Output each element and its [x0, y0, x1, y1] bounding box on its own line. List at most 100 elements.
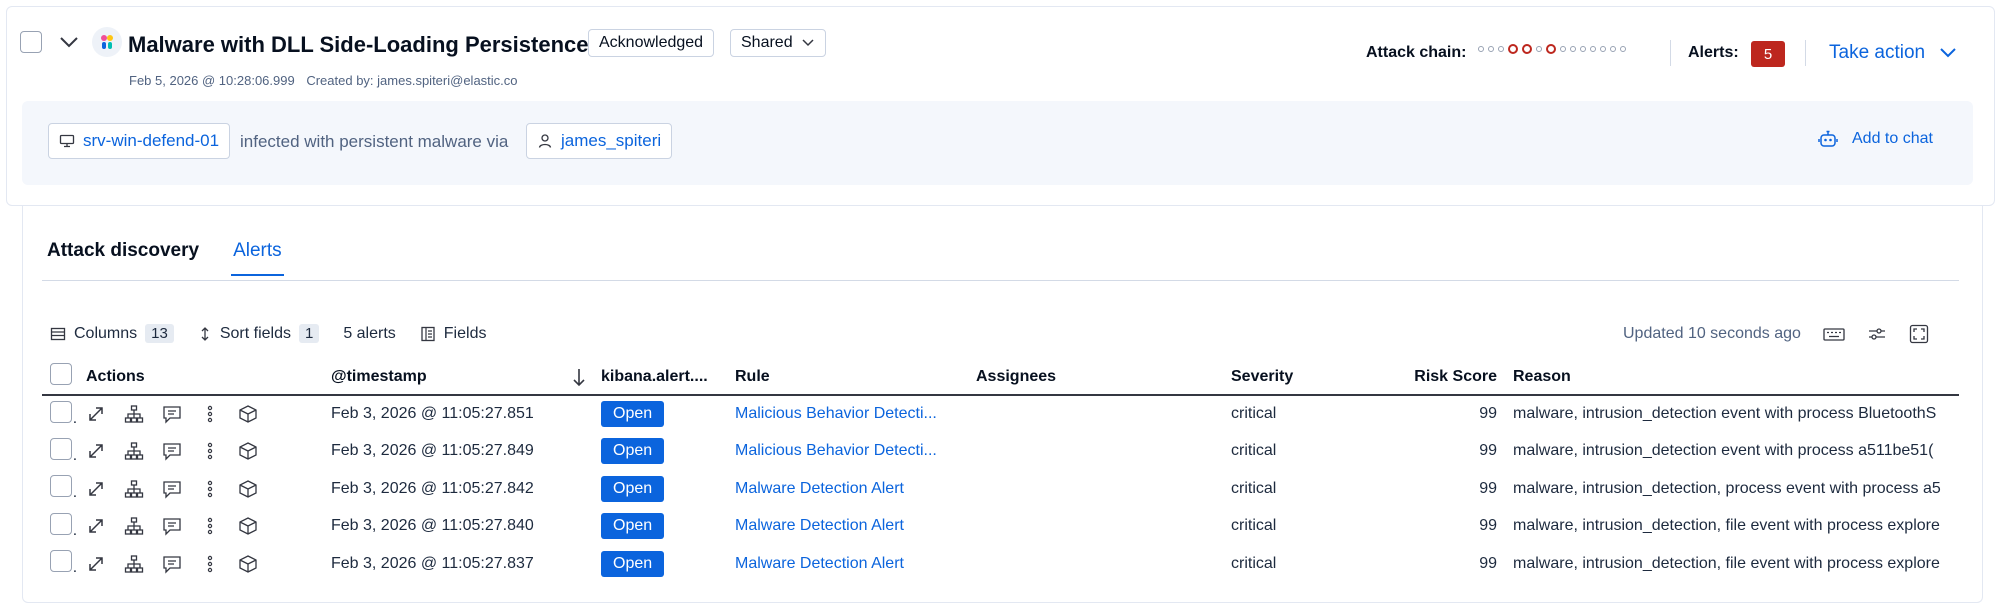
row-risk-score: 99 — [1479, 554, 1497, 572]
attack-chain-label: Attack chain: — [1366, 44, 1467, 61]
column-header-timestamp[interactable]: @timestamp — [323, 359, 593, 396]
row-checkbox[interactable] — [50, 475, 72, 498]
analyze-event-icon[interactable] — [124, 479, 144, 499]
select-discovery-checkbox[interactable] — [20, 31, 42, 53]
user-badge[interactable]: james_spiteri — [526, 123, 673, 159]
status-badge[interactable]: Open — [601, 438, 665, 465]
more-actions-icon[interactable] — [200, 441, 220, 461]
rule-link[interactable]: Malicious Behavior Detecti... — [735, 405, 937, 422]
row-risk-score: 99 — [1479, 405, 1497, 423]
chevron-down-icon — [802, 39, 814, 47]
session-view-icon[interactable] — [238, 479, 258, 499]
attack-chain-indicator[interactable] — [1478, 44, 1626, 54]
take-action-label: Take action — [1829, 42, 1926, 63]
add-note-icon[interactable] — [162, 554, 182, 574]
table-row: Feb 3, 2026 @ 11:05:27.837 Open Malware … — [42, 545, 1959, 583]
attack-chain-stage-dot — [1600, 46, 1606, 52]
status-badge[interactable]: Open — [601, 401, 665, 428]
fullscreen-icon[interactable] — [1909, 324, 1929, 344]
alerts-count-badge: 5 — [1751, 41, 1785, 67]
expand-icon[interactable] — [86, 441, 106, 461]
session-view-icon[interactable] — [238, 554, 258, 574]
add-note-icon[interactable] — [162, 441, 182, 461]
robot-icon — [1818, 130, 1838, 147]
session-view-icon[interactable] — [238, 516, 258, 536]
rule-link[interactable]: Malware Detection Alert — [735, 480, 904, 497]
row-severity: critical — [1231, 554, 1277, 572]
column-header-rule[interactable]: Rule — [727, 359, 968, 396]
attack-chain-stage-dot — [1560, 46, 1566, 52]
analyze-event-icon[interactable] — [124, 441, 144, 461]
row-risk-score: 99 — [1479, 442, 1497, 460]
row-actions-cell — [78, 508, 323, 546]
display-settings-icon[interactable] — [1867, 326, 1887, 342]
rule-link[interactable]: Malware Detection Alert — [735, 517, 904, 534]
expand-icon[interactable] — [86, 554, 106, 574]
tab-alerts[interactable]: Alerts — [231, 240, 284, 276]
status-badge[interactable]: Open — [601, 475, 665, 502]
created-by: Created by: james.spiteri@elastic.co — [306, 73, 518, 88]
divider — [1670, 40, 1671, 66]
row-assignees — [968, 508, 1223, 546]
host-badge[interactable]: srv-win-defend-01 — [48, 123, 231, 159]
expand-icon[interactable] — [86, 516, 106, 536]
row-assignees — [968, 395, 1223, 433]
row-checkbox[interactable] — [50, 437, 72, 460]
more-actions-icon[interactable] — [200, 479, 220, 499]
alerts-total: 5 alerts — [343, 325, 395, 343]
analyze-event-icon[interactable] — [124, 404, 144, 424]
analyze-event-icon[interactable] — [124, 554, 144, 574]
more-actions-icon[interactable] — [200, 516, 220, 536]
column-header-reason[interactable]: Reason — [1505, 359, 1959, 396]
session-view-icon[interactable] — [238, 441, 258, 461]
expand-icon[interactable] — [86, 479, 106, 499]
expand-icon[interactable] — [86, 404, 106, 424]
row-status-cell: Open — [593, 545, 727, 583]
add-to-chat-button[interactable]: Add to chat — [1818, 129, 1933, 149]
attack-chain-stage-dot — [1478, 46, 1484, 52]
more-actions-icon[interactable] — [200, 404, 220, 424]
fields-button[interactable]: Fields — [420, 325, 486, 343]
discovery-timestamp: Feb 5, 2026 @ 10:28:06.999 — [129, 73, 295, 88]
rule-link[interactable]: Malicious Behavior Detecti... — [735, 442, 937, 459]
visibility-dropdown[interactable]: Shared — [730, 29, 826, 57]
add-note-icon[interactable] — [162, 479, 182, 499]
user-name: james_spiteri — [561, 131, 662, 150]
row-select-cell — [42, 545, 78, 583]
columns-button[interactable]: Columns 13 — [50, 324, 174, 343]
column-header-status[interactable]: kibana.alert.... — [593, 359, 727, 396]
row-status-cell: Open — [593, 395, 727, 433]
row-actions-cell — [78, 433, 323, 471]
row-checkbox[interactable] — [50, 512, 72, 535]
sort-fields-button[interactable]: Sort fields 1 — [198, 324, 320, 343]
row-checkbox[interactable] — [50, 400, 72, 423]
more-actions-icon[interactable] — [200, 554, 220, 574]
divider — [1805, 40, 1806, 66]
alerts-total-label: 5 alerts — [343, 324, 396, 342]
column-header-risk-score[interactable]: Risk Score — [1385, 359, 1505, 396]
grid-toolbar: Columns 13 Sort fields 1 5 alerts Fields — [50, 324, 510, 343]
add-note-icon[interactable] — [162, 516, 182, 536]
analyze-event-icon[interactable] — [124, 516, 144, 536]
ai-assistant-logo-icon — [92, 27, 122, 57]
column-header-assignees[interactable]: Assignees — [968, 359, 1223, 396]
row-checkbox[interactable] — [50, 550, 72, 573]
tab-attack-discovery[interactable]: Attack discovery — [47, 240, 199, 276]
table-header-row: Actions @timestamp kibana.alert.... Rule… — [42, 359, 1959, 396]
session-view-icon[interactable] — [238, 404, 258, 424]
add-note-icon[interactable] — [162, 404, 182, 424]
keyboard-icon[interactable] — [1823, 326, 1845, 342]
rule-link[interactable]: Malware Detection Alert — [735, 555, 904, 572]
row-status-cell: Open — [593, 508, 727, 546]
chevron-down-icon[interactable] — [58, 34, 80, 50]
column-header-severity[interactable]: Severity — [1223, 359, 1385, 396]
row-actions-cell — [78, 545, 323, 583]
row-timestamp: Feb 3, 2026 @ 11:05:27.840 — [331, 517, 534, 535]
summary-text: infected with persistent malware via — [240, 132, 509, 151]
select-all-checkbox[interactable] — [50, 363, 72, 385]
take-action-button[interactable]: Take action — [1829, 42, 1957, 64]
status-badge[interactable]: Open — [601, 513, 665, 540]
status-badge[interactable]: Acknowledged — [588, 29, 715, 57]
row-risk-score: 99 — [1479, 517, 1497, 535]
status-badge[interactable]: Open — [601, 550, 665, 577]
